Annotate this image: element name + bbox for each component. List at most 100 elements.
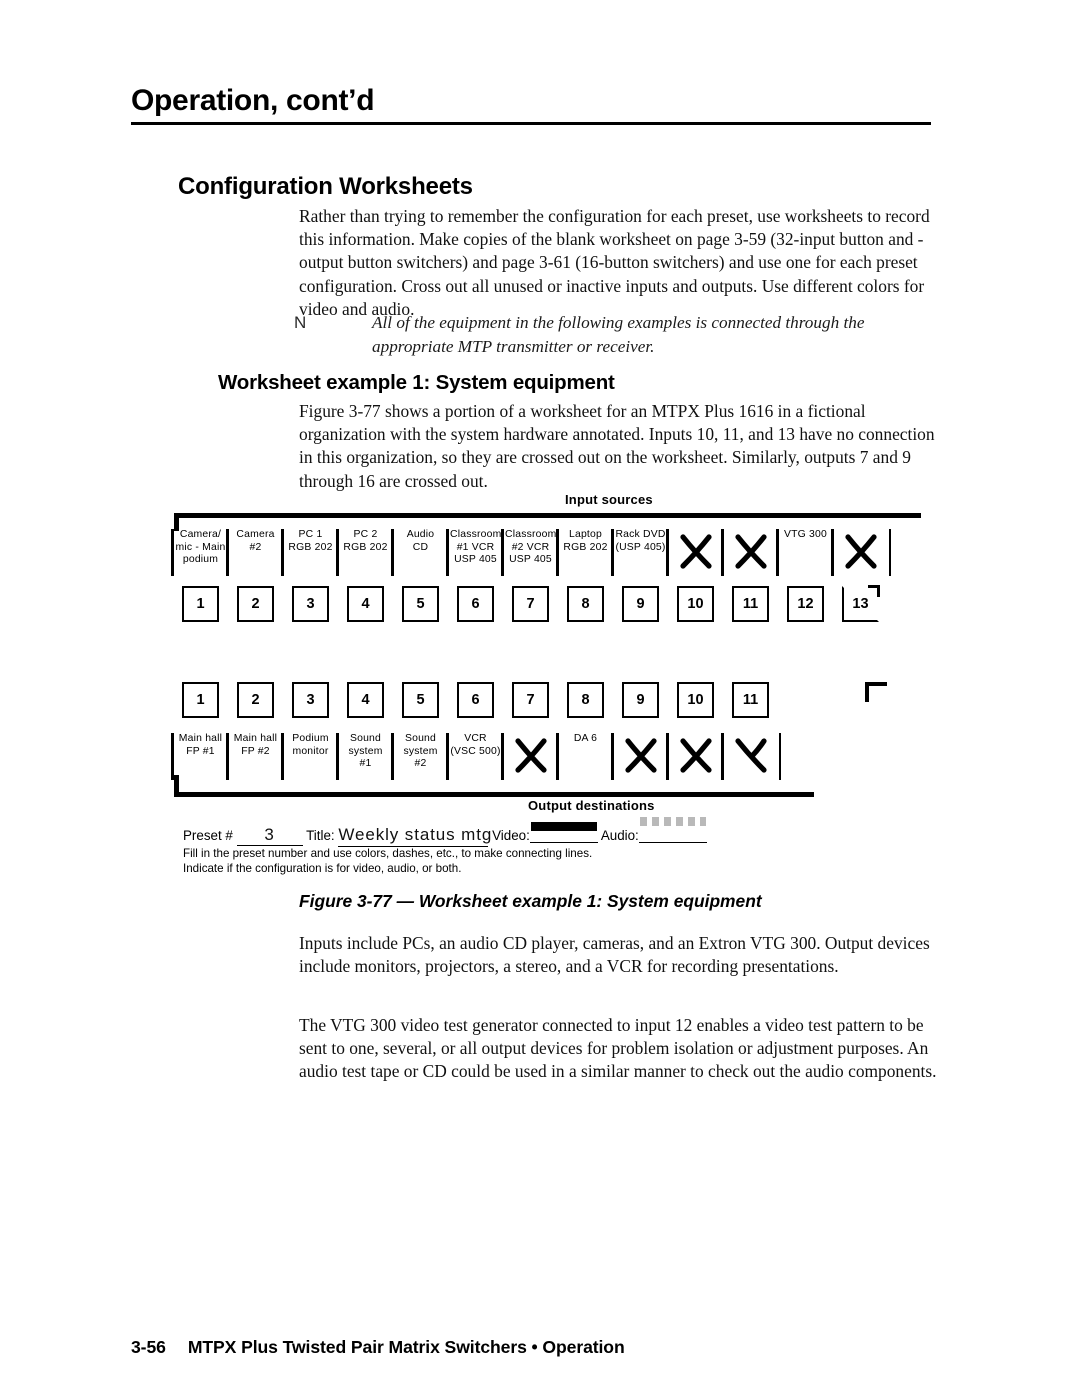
- worksheet-label-text: DA 6: [573, 733, 598, 744]
- paragraph-intro: Rather than trying to remember the confi…: [299, 206, 930, 319]
- preset-title-value[interactable]: Weekly status mtg: [338, 825, 491, 847]
- note-block: N All of the equipment in the following …: [294, 311, 944, 358]
- worksheet-label-cell: Camera/ mic - Main podium: [171, 529, 228, 576]
- output-frame-corner-bracket: [865, 682, 887, 704]
- worksheet-button[interactable]: 2: [237, 682, 274, 718]
- worksheet-button[interactable]: 11: [732, 682, 769, 718]
- worksheet-button[interactable]: 5: [402, 586, 439, 622]
- cross-out-icon: [833, 529, 888, 573]
- output-labels-row: Main hall FP #1 Main hall FP #2 Podium mon…: [171, 733, 781, 781]
- corner-bracket-vertical: [865, 682, 869, 702]
- worksheet-button[interactable]: 6: [457, 682, 494, 718]
- worksheet-button[interactable]: 1: [182, 682, 219, 718]
- worksheet-button[interactable]: 7: [512, 682, 549, 718]
- worksheet-label-text: Classroom #1 VCR USP 405: [450, 529, 502, 566]
- worksheet-label-cell: Sound system #1: [336, 733, 393, 780]
- worksheet-label-text: VTG 300: [784, 529, 827, 540]
- worksheet-label-text: Camera #2: [236, 529, 275, 553]
- worksheet-button-cell: 2: [228, 682, 283, 718]
- worksheet-button[interactable]: 10: [677, 682, 714, 718]
- worksheet-button[interactable]: 4: [347, 682, 384, 718]
- worksheet-label-text: Camera/ mic - Main podium: [175, 529, 226, 566]
- paragraph-figure-intro: Figure 3-77 shows a portion of a workshe…: [299, 401, 935, 491]
- worksheet-button-cell: 11: [723, 682, 778, 718]
- worksheet-button[interactable]: 9: [622, 682, 659, 718]
- worksheet-button-cell: 2: [228, 586, 283, 622]
- worksheet-button[interactable]: 7: [512, 586, 549, 622]
- worksheet-button[interactable]: 6: [457, 586, 494, 622]
- worksheet-button[interactable]: 2: [237, 586, 274, 622]
- worksheet-button[interactable]: 9: [622, 586, 659, 622]
- worksheet-label-cell: [611, 733, 668, 780]
- video-color-bar: [530, 822, 597, 831]
- worksheet-button-cell: 7: [503, 682, 558, 718]
- worksheet-label-text: PC 2 RGB 202: [343, 529, 388, 553]
- worksheet-label-text: Sound system #1: [348, 733, 383, 770]
- worksheet-label-cell: Main hall FP #1: [171, 733, 228, 781]
- worksheet-button[interactable]: 8: [567, 586, 604, 622]
- worksheet-button[interactable]: 3: [292, 682, 329, 718]
- worksheet-button-cell: 5: [393, 586, 448, 622]
- output-frame-left-tick: [174, 775, 179, 797]
- worksheet-label-text: Main hall FP #2: [233, 733, 278, 757]
- worksheet-instruction-2: Indicate if the configuration is for vid…: [183, 862, 462, 875]
- worksheet-button[interactable]: 12: [787, 586, 824, 622]
- audio-color-swatch[interactable]: [638, 817, 707, 843]
- output-frame-rule: [174, 792, 814, 797]
- worksheet-label-cell: PC 1 RGB 202: [281, 529, 338, 577]
- video-color-swatch[interactable]: [529, 822, 598, 843]
- cross-out-icon: [668, 529, 723, 573]
- worksheet-button-cell: 1: [173, 682, 228, 718]
- worksheet-button-cell: 6: [448, 682, 503, 718]
- paragraph-inputs-include: Inputs include PCs, an audio CD player, …: [299, 933, 930, 977]
- worksheet-button-cell: 5: [393, 682, 448, 718]
- worksheet-label-cell: DA 6: [556, 733, 613, 779]
- worksheet-label-cell: [666, 529, 723, 576]
- worksheet-button-cell: 3: [283, 682, 338, 718]
- input-sources-label: Input sources: [565, 492, 653, 507]
- worksheet-button[interactable]: 1: [182, 586, 219, 622]
- note-icon: N: [294, 313, 307, 332]
- worksheet-figure: Input sources Camera/ mic - Main podium C…: [165, 490, 935, 875]
- worksheet-button-cell: 10: [668, 586, 723, 622]
- worksheet-label-text: Sound system #2: [403, 733, 438, 770]
- worksheet-button[interactable]: 3: [292, 586, 329, 622]
- worksheet-label-cell: [721, 733, 781, 780]
- worksheet-button[interactable]: 11: [732, 586, 769, 622]
- figure-caption: Figure 3-77 — Worksheet example 1: Syste…: [299, 891, 762, 911]
- preset-line: Preset # 3 Title: Weekly status mtg Vide…: [183, 817, 923, 847]
- worksheet-instruction-1: Fill in the preset number and use colors…: [183, 847, 593, 860]
- worksheet-label-text: Podium monitor: [292, 733, 329, 757]
- worksheet-button-cell: 1: [173, 586, 228, 622]
- worksheet-label-cell: [721, 529, 778, 576]
- worksheet-button-cell: 11: [723, 586, 778, 622]
- output-destinations-label: Output destinations: [528, 798, 655, 813]
- worksheet-label-text: Audio CD: [406, 529, 435, 553]
- worksheet-button[interactable]: 8: [567, 682, 604, 718]
- worksheet-button[interactable]: 10: [677, 586, 714, 622]
- preset-title-label: Title:: [306, 828, 335, 843]
- worksheet-button[interactable]: 13: [842, 585, 880, 622]
- worksheet-label-cell: Audio CD: [391, 529, 448, 577]
- worksheet-label-text: Rack DVD (USP 405): [615, 529, 666, 553]
- footer-text: MTPX Plus Twisted Pair Matrix Switchers …: [187, 1337, 625, 1357]
- worksheet-label-cell: Laptop RGB 202: [556, 529, 613, 577]
- audio-color-bar: [639, 817, 706, 826]
- worksheet-label-cell: [831, 529, 891, 576]
- worksheet-button-cell: 9: [613, 586, 668, 622]
- worksheet-label-cell: [501, 733, 558, 780]
- worksheet-label-cell: VCR (VSC 500): [446, 733, 503, 781]
- page-footer: 3-56 MTPX Plus Twisted Pair Matrix Switch…: [131, 1337, 625, 1358]
- preset-number-value[interactable]: 3: [236, 825, 303, 846]
- partial-cross-out-icon: [723, 733, 778, 777]
- worksheet-label-cell: [666, 733, 723, 780]
- worksheet-button[interactable]: 5: [402, 682, 439, 718]
- worksheet-button[interactable]: 4: [347, 586, 384, 622]
- worksheet-label-cell: PC 2 RGB 202: [336, 529, 393, 577]
- heading-configuration-worksheets: Configuration Worksheets: [178, 173, 473, 200]
- worksheet-button-cell: 8: [558, 682, 613, 718]
- paragraph-vtg: The VTG 300 video test generator connect…: [299, 1015, 937, 1082]
- worksheet-button-cell: 13: [833, 585, 888, 622]
- worksheet-label-cell: Camera #2: [226, 529, 283, 577]
- worksheet-button-cell: 10: [668, 682, 723, 718]
